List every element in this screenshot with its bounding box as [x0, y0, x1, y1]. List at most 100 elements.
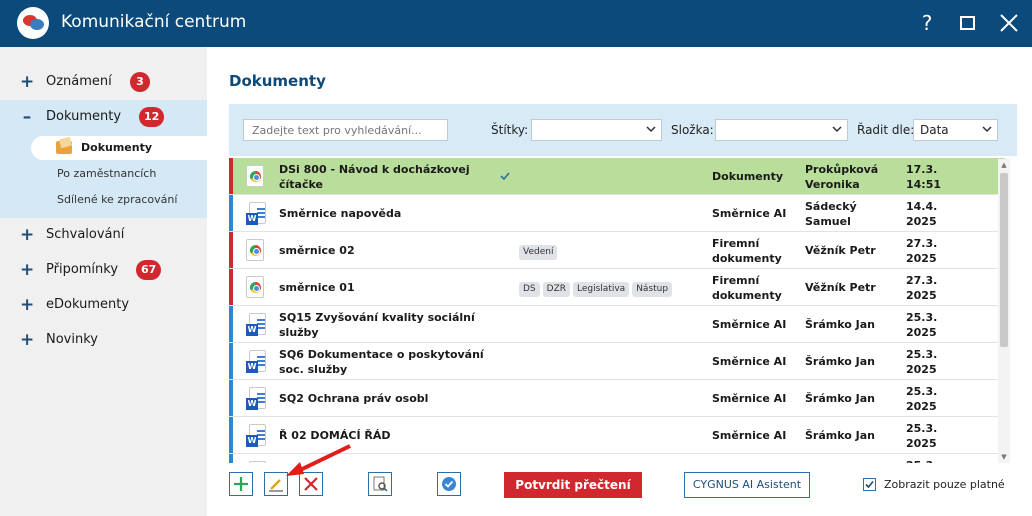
tag-chip: Vedení [519, 245, 558, 260]
sort-select-value: Data [920, 123, 949, 137]
table-row[interactable]: W SQ15 Zvyšování kvality sociální služby S… [229, 306, 1005, 343]
row-status-stripe [229, 195, 233, 231]
table-row[interactable]: směrnice 02 Vedení Firemní dokumenty Věžník… [229, 232, 1005, 269]
date-time-or-year: 2025 [906, 363, 937, 376]
sidebar-item-label: Novinky [46, 332, 98, 347]
help-button[interactable]: ? [912, 8, 942, 38]
add-button[interactable] [229, 472, 253, 496]
document-name: Směrnice napověda [279, 207, 402, 220]
date-day: 25.3. [906, 311, 938, 324]
date-day: 27.3. [906, 274, 938, 287]
document-date: 25.3. 2025 [906, 384, 966, 414]
tag-chip: DS [519, 282, 540, 297]
preview-button[interactable] [368, 472, 392, 496]
sub-item-dokumenty[interactable]: Dokumenty [31, 136, 207, 160]
close-icon [1000, 14, 1018, 32]
folder-select[interactable] [715, 119, 848, 141]
sidebar-item-schvalovani[interactable]: + Schvalování [0, 218, 207, 252]
document-date: 27.3. 2025 [906, 273, 966, 303]
table-row[interactable]: W SQ2 Ochrana práv osobl Směrnice AI Šrámko… [229, 380, 1005, 417]
date-time-or-year: 14:51 [906, 178, 942, 191]
dokumenty-subitems: Dokumenty Po zaměstnancích Sdílené ke zp… [0, 134, 207, 218]
word-icon: W [246, 424, 268, 448]
chrome-icon [246, 165, 268, 189]
sort-select[interactable]: Data [913, 119, 998, 141]
scroll-down-icon[interactable]: ▼ [1000, 453, 1008, 461]
document-folder: Směrnice AI [712, 392, 787, 405]
date-time-or-year: 2025 [906, 252, 937, 265]
plus-icon [234, 477, 248, 491]
check-circle-icon [442, 477, 456, 491]
confirm-read-button[interactable]: Potvrdit přečtení [504, 472, 642, 498]
date-time-or-year: 2025 [906, 400, 937, 413]
sub-item-po-zamestnancich[interactable]: Po zaměstnancích [31, 162, 207, 186]
tags-select[interactable] [531, 119, 662, 141]
sub-item-label: Dokumenty [81, 141, 153, 154]
valid-only-label: Zobrazit pouze platné [884, 478, 1005, 491]
document-date: 25.3. 2025 [906, 310, 966, 340]
document-name: DSi 800 - Návod k docházkovej čítačke [279, 163, 470, 191]
date-time-or-year: 2025 [906, 289, 937, 302]
search-input[interactable] [243, 119, 448, 141]
collapse-icon[interactable]: – [20, 107, 34, 127]
document-author: Šrámko Jan [805, 392, 875, 405]
red-arrow-annotation [286, 444, 351, 476]
sidebar-item-dokumenty[interactable]: – Dokumenty 12 [0, 100, 207, 134]
sidebar-item-pripominky[interactable]: + Připomínky 67 [0, 253, 207, 287]
document-author: Šrámko Jan [805, 355, 875, 368]
close-button[interactable] [994, 8, 1024, 38]
table-row[interactable]: W SQ6 Dokumentace o poskytování soc. služ… [229, 343, 1005, 380]
expand-icon[interactable]: + [20, 260, 34, 280]
chrome-icon [246, 276, 268, 300]
date-time-or-year: 2025 [906, 326, 937, 339]
document-name: směrnice 01 [279, 281, 355, 294]
expand-icon[interactable]: + [20, 72, 34, 92]
tag-list: Vedení [519, 243, 560, 260]
word-icon: W [246, 387, 268, 411]
expand-icon[interactable]: + [20, 330, 34, 350]
document-folder: Směrnice AI [712, 355, 787, 368]
sidebar-item-novinky[interactable]: + Novinky [0, 323, 207, 357]
document-author: Šrámko Jan [805, 429, 875, 442]
sub-item-label: Sdílené ke zpracování [57, 193, 178, 206]
row-status-stripe [229, 454, 233, 463]
table-row[interactable]: směrnice 01 DS DZR Legislativa Nástup Firemní… [229, 269, 1005, 306]
row-status-stripe [229, 269, 233, 305]
document-date: 25.3. 2025 [906, 347, 966, 377]
document-folder: Směrnice AI [712, 207, 787, 220]
ai-assistant-button[interactable]: CYGNUS AI Asistent [684, 472, 810, 498]
page-title: Dokumenty [229, 72, 326, 90]
valid-only-checkbox[interactable] [863, 478, 876, 491]
scroll-up-icon[interactable]: ▲ [1000, 161, 1008, 169]
sidebar-item-edokumenty[interactable]: + eDokumenty [0, 288, 207, 322]
row-status-stripe [229, 306, 233, 342]
app-logo-icon [17, 7, 49, 39]
document-name: SQ15 Zvyšování kvality sociální služby [279, 311, 475, 339]
date-time-or-year: 2025 [906, 437, 937, 450]
document-name: SQ6 Dokumentace o poskytování soc. služb… [279, 348, 484, 376]
sub-item-sdilene[interactable]: Sdílené ke zpracování [31, 188, 207, 212]
table-row[interactable]: DSi 800 - Návod k docházkovej čítačke Dok… [229, 158, 1005, 195]
title-bar: Komunikační centrum ? [0, 0, 1032, 47]
maximize-button[interactable] [952, 8, 982, 38]
document-author: Sádecký Samuel [805, 200, 857, 228]
document-date: 25.3. [906, 458, 966, 463]
filter-bar: Štítky: Složka: Řadit dle: Data [229, 104, 1017, 156]
sidebar-item-label: Připomínky [46, 262, 119, 277]
expand-icon[interactable]: + [20, 295, 34, 315]
sidebar-item-oznameni[interactable]: + Oznámení 3 [0, 65, 207, 99]
sub-item-label: Po zaměstnancích [57, 167, 157, 180]
table-row[interactable]: W Směrnice napověda Směrnice AI Sádecký Sam… [229, 195, 1005, 232]
word-icon: W [246, 350, 268, 374]
scrollbar-thumb[interactable] [1000, 173, 1008, 347]
chrome-icon [246, 239, 268, 263]
document-folder: Směrnice AI [712, 429, 787, 442]
row-status-stripe [229, 380, 233, 416]
scrollbar[interactable]: ▲ ▼ [998, 159, 1010, 463]
date-day: 25.3. [906, 422, 938, 435]
mark-read-button[interactable] [437, 472, 461, 496]
tag-list: DS DZR Legislativa Nástup [519, 280, 675, 297]
expand-icon[interactable]: + [20, 225, 34, 245]
chevron-down-icon [646, 126, 656, 133]
document-date: 14.4. 2025 [906, 199, 966, 229]
